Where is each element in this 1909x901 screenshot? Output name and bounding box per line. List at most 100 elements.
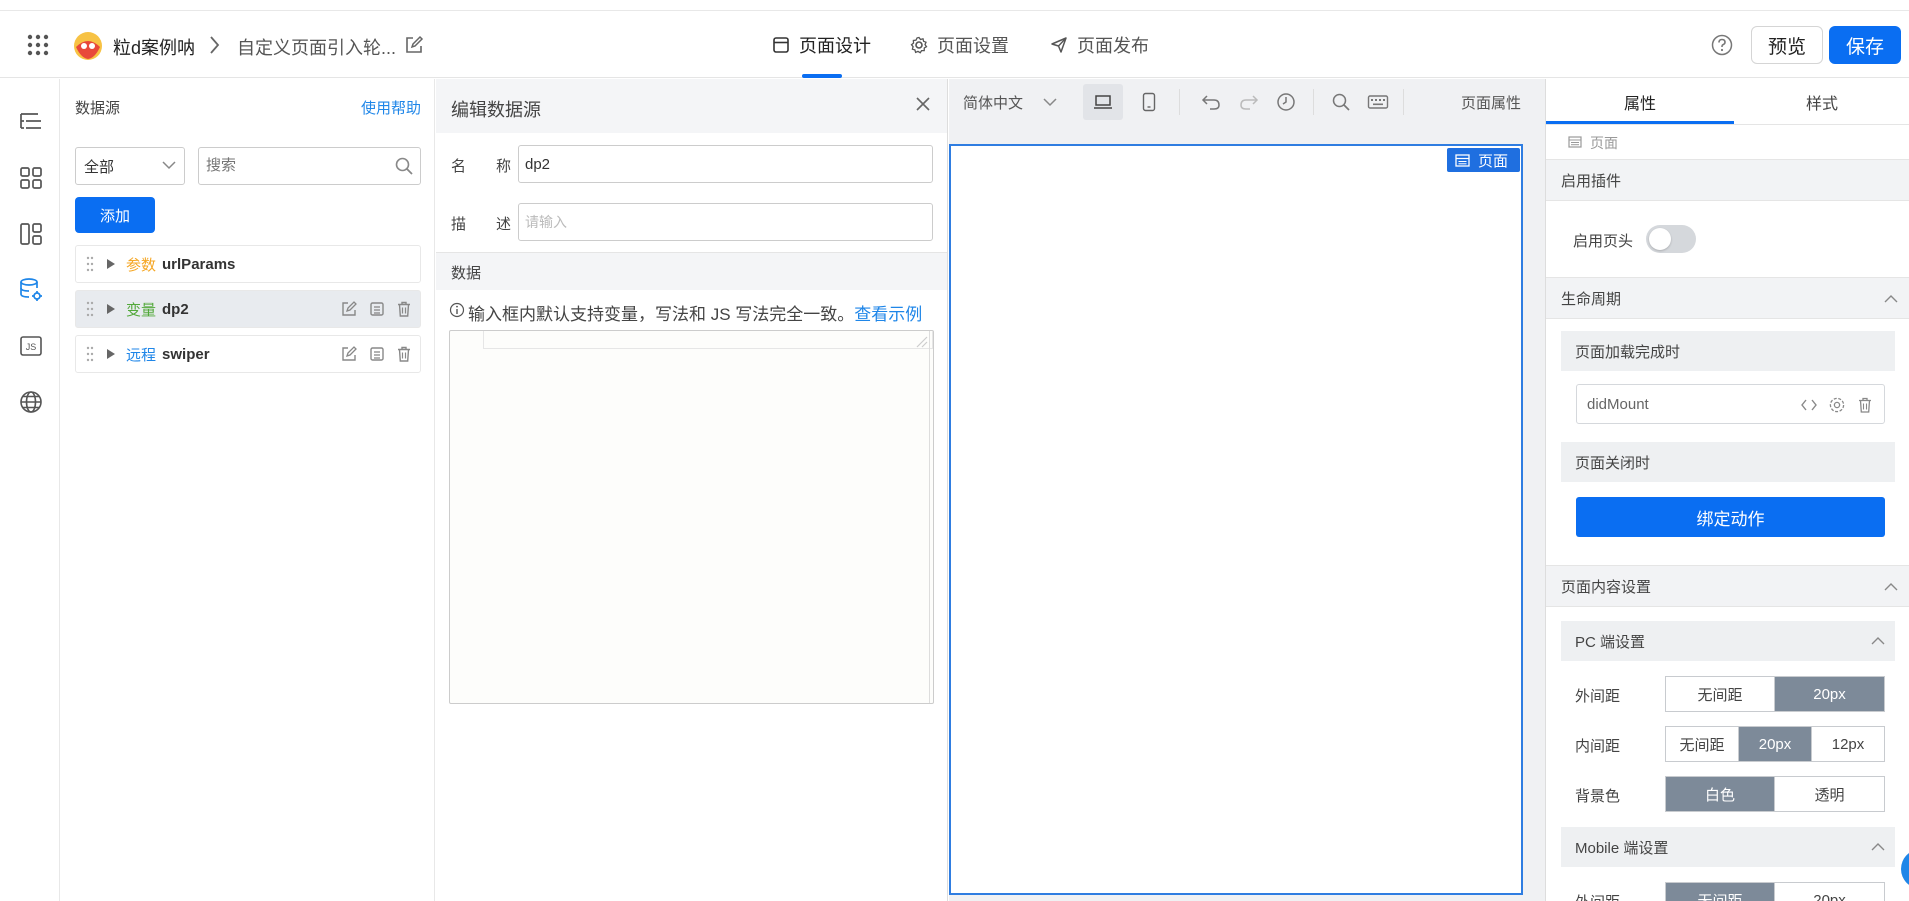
search-icon[interactable]	[1331, 92, 1351, 112]
keyboard-icon[interactable]	[1367, 93, 1389, 111]
subsection-title: Mobile 端设置	[1575, 839, 1669, 857]
components-icon[interactable]	[18, 165, 44, 191]
hint-text: 输入框内默认支持变量，写法和 JS 写法完全一致。	[468, 305, 855, 324]
name-field[interactable]: dp2	[518, 145, 933, 183]
data-code-editor[interactable]	[449, 330, 934, 704]
tab-page-settings[interactable]: 页面设置	[910, 11, 1009, 78]
lifecycle-section-header[interactable]: 生命周期	[1546, 277, 1909, 319]
chevron-down-icon	[162, 160, 176, 170]
language-select-value[interactable]: 简体中文	[963, 92, 1023, 113]
padding-option-none[interactable]: 无间距	[1666, 727, 1739, 761]
margin-segmented[interactable]: 无间距 20px	[1665, 676, 1885, 712]
tab-page-design[interactable]: 页面设计	[772, 11, 872, 78]
content-section-header[interactable]: 页面内容设置	[1546, 565, 1909, 607]
page-frame[interactable]: 页面	[949, 144, 1523, 895]
active-tab-indicator	[1546, 121, 1734, 124]
save-button[interactable]: 保存	[1829, 26, 1901, 64]
copy-icon[interactable]	[368, 345, 386, 363]
search-input[interactable]	[198, 147, 421, 185]
item-name: urlParams	[162, 255, 236, 273]
padding-option-20px[interactable]: 20px	[1739, 727, 1812, 761]
delete-icon[interactable]	[1856, 396, 1874, 414]
send-icon	[1050, 36, 1068, 54]
tab-properties[interactable]: 属性	[1546, 79, 1734, 125]
mobile-margin-option-none[interactable]: 无间距	[1666, 883, 1775, 901]
datasource-panel: 数据源 使用帮助 全部 添加 参数 urlParams 变量 dp2 远程 sw…	[61, 79, 435, 901]
section-title: 生命周期	[1561, 290, 1622, 308]
tab-page-publish[interactable]: 页面发布	[1050, 11, 1149, 78]
editor-gutter-line	[483, 331, 933, 349]
resize-handle-icon[interactable]	[915, 335, 929, 349]
copy-icon[interactable]	[368, 300, 386, 318]
search-icon[interactable]	[394, 156, 414, 176]
expand-caret-icon[interactable]	[106, 258, 116, 270]
desktop-view-button[interactable]	[1083, 84, 1123, 120]
chevron-down-icon[interactable]	[1043, 97, 1057, 107]
view-example-link[interactable]: 查看示例	[854, 305, 922, 324]
name-label-2: 称	[496, 158, 512, 175]
app-name[interactable]: 粒d案例呐	[113, 34, 195, 60]
mobile-view-icon[interactable]	[1142, 92, 1156, 112]
redo-icon[interactable]	[1239, 93, 1259, 111]
help-icon[interactable]	[1711, 34, 1733, 56]
chevron-up-icon	[1884, 583, 1898, 591]
background-option-white[interactable]: 白色	[1666, 777, 1775, 811]
edit-icon[interactable]	[340, 345, 358, 363]
did-mount-action[interactable]: didMount	[1576, 384, 1885, 424]
list-item[interactable]: 远程 swiper	[75, 335, 421, 373]
tab-style[interactable]: 样式	[1734, 79, 1909, 125]
page-badge[interactable]: 页面	[1446, 148, 1520, 172]
enable-header-toggle[interactable]	[1646, 225, 1696, 253]
padding-segmented[interactable]: 无间距 20px 12px	[1665, 726, 1885, 762]
left-icon-rail: JS	[0, 79, 60, 901]
drag-handle-icon[interactable]	[86, 345, 94, 363]
background-option-transparent[interactable]: 透明	[1775, 777, 1884, 811]
page-properties-button[interactable]: 页面属性	[1461, 92, 1521, 113]
breadcrumb-label: 页面	[1590, 135, 1618, 151]
item-type: 变量	[126, 301, 157, 319]
type-filter-select[interactable]: 全部	[75, 147, 185, 185]
margin-option-20px[interactable]: 20px	[1775, 677, 1884, 711]
padding-option-12px[interactable]: 12px	[1812, 727, 1884, 761]
drag-handle-icon[interactable]	[86, 300, 94, 318]
mobile-settings-header[interactable]: Mobile 端设置	[1561, 827, 1895, 867]
bind-action-button[interactable]: 绑定动作	[1576, 497, 1885, 537]
outline-icon[interactable]	[18, 109, 44, 135]
margin-option-none[interactable]: 无间距	[1666, 677, 1775, 711]
canvas-toolbar: 简体中文 页面属性	[949, 79, 1545, 125]
history-icon[interactable]	[1276, 92, 1296, 112]
js-icon[interactable]: JS	[18, 333, 44, 359]
laptop-icon	[1094, 95, 1112, 109]
edit-icon[interactable]	[340, 300, 358, 318]
list-item[interactable]: 变量 dp2	[75, 290, 421, 328]
apps-grid-icon[interactable]	[27, 34, 49, 56]
undo-icon[interactable]	[1201, 93, 1221, 111]
datasource-icon[interactable]	[18, 277, 44, 303]
gear-icon[interactable]	[1828, 396, 1846, 414]
edit-name-icon[interactable]	[404, 35, 424, 55]
add-datasource-button[interactable]: 添加	[75, 197, 155, 233]
background-segmented[interactable]: 白色 透明	[1665, 776, 1885, 812]
layout-icon[interactable]	[18, 221, 44, 247]
code-icon[interactable]	[1800, 397, 1818, 413]
preview-button[interactable]: 预览	[1751, 26, 1823, 64]
mobile-margin-segmented[interactable]: 无间距 20px	[1665, 882, 1885, 901]
delete-icon[interactable]	[395, 300, 413, 318]
close-icon[interactable]	[914, 95, 932, 113]
help-link[interactable]: 使用帮助	[361, 97, 421, 118]
editor-scrollbar[interactable]	[929, 331, 930, 703]
expand-caret-icon[interactable]	[106, 348, 116, 360]
margin-label: 外间距	[1575, 688, 1621, 705]
expand-caret-icon[interactable]	[106, 303, 116, 315]
delete-icon[interactable]	[395, 345, 413, 363]
list-item[interactable]: 参数 urlParams	[75, 245, 421, 283]
search-input-field[interactable]	[206, 148, 386, 182]
toggle-knob	[1649, 228, 1671, 250]
description-field[interactable]: 请输入	[518, 203, 933, 241]
page-icon	[1568, 136, 1582, 148]
drag-handle-icon[interactable]	[86, 255, 94, 273]
globe-icon[interactable]	[18, 389, 44, 415]
toolbar-divider	[1313, 89, 1314, 115]
mobile-margin-option-20px[interactable]: 20px	[1775, 883, 1884, 901]
pc-settings-header[interactable]: PC 端设置	[1561, 621, 1895, 661]
